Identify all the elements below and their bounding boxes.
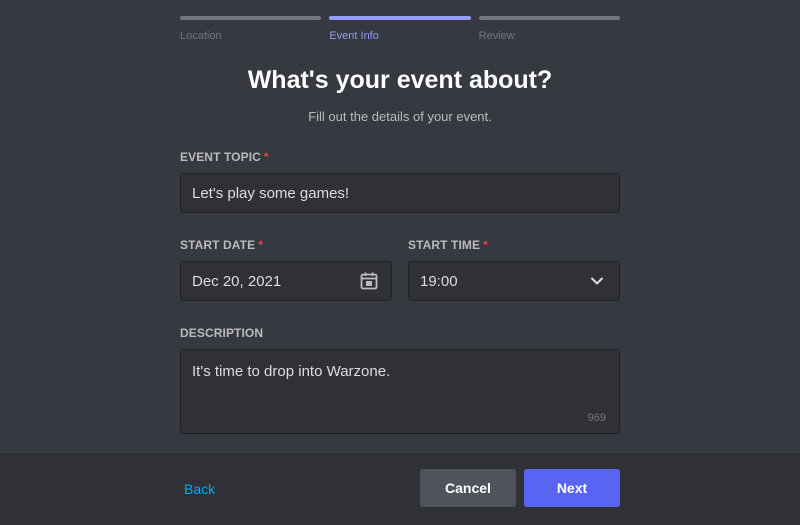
event-topic-input[interactable]: Let's play some games! [180,173,620,213]
start-date-label: START DATE * [180,238,263,252]
calendar-icon[interactable] [358,270,380,292]
start-time-select[interactable]: 19:00 [408,261,620,301]
modal-footer: Back Cancel Next [0,453,800,525]
start-time-label-text: START TIME [408,238,481,252]
step-label: Location [180,30,222,42]
step-label: Review [478,30,515,42]
step-review: Review [478,16,620,42]
start-date-value: Dec 20, 2021 [192,272,282,290]
step-location: Location [180,16,322,42]
step-event-info: Event Info [329,16,471,42]
description-textarea[interactable]: It's time to drop into Warzone. 969 [180,349,620,434]
event-topic-value: Let's play some games! [192,184,350,202]
required-mark: * [263,150,269,164]
step-bar [329,16,471,20]
start-time-value: 19:00 [420,272,458,290]
page-title: What's your event about? [247,66,553,94]
page-subtitle: Fill out the details of your event. [308,109,492,124]
step-label: Event Info [329,30,379,42]
required-mark: * [483,238,488,252]
chevron-down-icon[interactable] [586,270,608,292]
description-label: DESCRIPTION [180,326,263,340]
cancel-button[interactable]: Cancel [420,469,516,507]
character-counter: 969 [587,412,606,424]
step-bar [180,16,322,20]
start-time-label: START TIME * [408,238,488,252]
start-date-input[interactable]: Dec 20, 2021 [180,261,392,301]
create-event-modal: Location Event Info Review What's your e… [0,0,800,525]
step-bar [478,16,620,20]
stepper: Location Event Info Review [180,16,620,42]
next-button[interactable]: Next [524,469,620,507]
back-button[interactable]: Back [184,481,215,497]
event-topic-label-text: EVENT TOPIC [180,150,261,164]
required-mark: * [258,238,263,252]
description-value: It's time to drop into Warzone. [192,363,391,380]
event-topic-label: EVENT TOPIC * [180,150,269,164]
start-date-label-text: START DATE [180,238,256,252]
description-label-text: DESCRIPTION [180,326,264,340]
